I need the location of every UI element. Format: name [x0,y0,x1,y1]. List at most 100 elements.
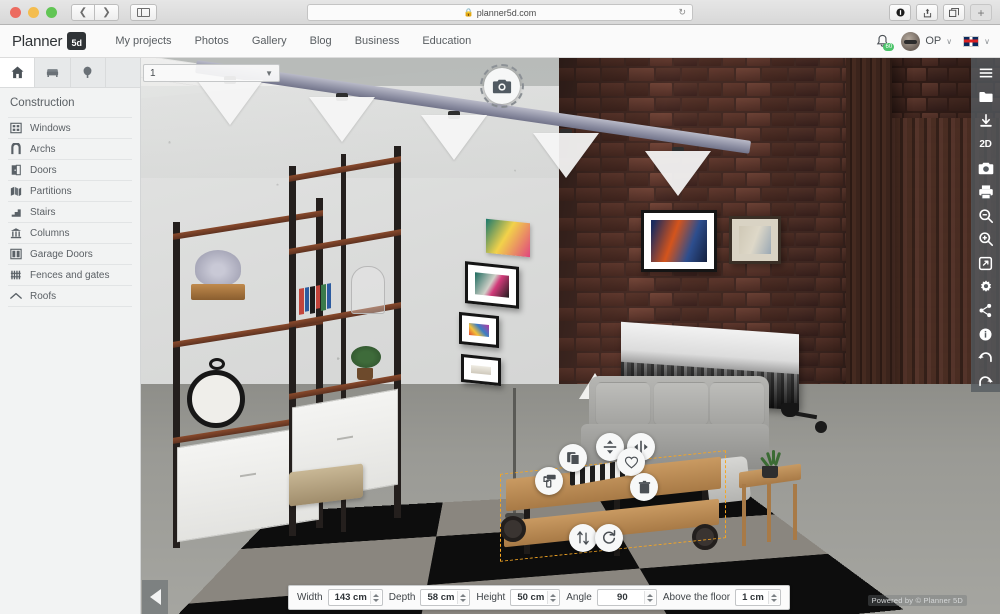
angle-stepper[interactable] [644,591,655,604]
above-floor-stepper[interactable] [768,591,779,604]
width-stepper[interactable] [370,591,381,604]
depth-stepper[interactable] [457,591,468,604]
catalog-tab-construction[interactable] [0,58,35,87]
catalog-item-fences-and-gates[interactable]: Fences and gates [8,264,132,285]
download-icon [978,113,994,129]
catalog-item-columns[interactable]: Columns [8,222,132,243]
object-control-favorite[interactable] [617,448,645,476]
framed-art-colorful[interactable] [459,312,499,348]
maximize-window-button[interactable] [46,7,57,18]
reload-icon[interactable]: ↻ [678,7,686,18]
property-width: Width 143 cm [297,589,383,606]
catalog-tab-spacer [106,58,140,87]
undo-button[interactable] [974,348,998,369]
height-value: 50 cm [517,592,544,603]
catalog-item-doors[interactable]: Doors [8,159,132,180]
framed-art-beige[interactable] [729,216,781,264]
tracker-shield-icon[interactable] [889,4,911,21]
close-window-button[interactable] [10,7,21,18]
floor-selector[interactable]: 1 ▼ [143,64,280,82]
catalog-item-partitions[interactable]: Partitions [8,180,132,201]
print-button[interactable] [974,182,998,203]
object-control-duplicate[interactable] [559,444,587,472]
plus-icon[interactable]: + [970,4,992,21]
catalog-tab-outdoor[interactable] [71,58,106,87]
books-decor [299,283,331,316]
object-control-delete[interactable] [630,473,658,501]
triangle-left-icon [150,589,161,605]
catalog-item-garage-doors[interactable]: Garage Doors [8,243,132,264]
depth-input[interactable]: 58 cm [420,589,470,606]
download-button[interactable] [974,110,998,131]
catalog-item-archs[interactable]: Archs [8,138,132,159]
forward-button[interactable]: ❯ [95,4,119,21]
height-stepper[interactable] [547,591,558,604]
nav-item-business[interactable]: Business [355,35,400,47]
nav-item-education[interactable]: Education [422,35,471,47]
share-icon[interactable] [916,4,938,21]
menu-button[interactable] [974,63,998,84]
fullscreen-button[interactable] [974,253,998,274]
coffee-table-selected[interactable] [496,458,746,568]
catalog-title: Construction [0,88,140,117]
catalog-item-label: Columns [30,228,69,239]
width-value: 143 cm [335,592,367,603]
catalog-item-windows[interactable]: Windows [8,117,132,138]
nav-item-gallery[interactable]: Gallery [252,35,287,47]
back-button[interactable]: ❮ [71,4,95,21]
height-input[interactable]: 50 cm [510,589,560,606]
collapse-panel-button[interactable] [142,580,168,614]
logo-badge: 5d [67,32,86,50]
object-control-rotate[interactable] [595,524,623,552]
info-button[interactable] [974,324,998,345]
above-floor-input[interactable]: 1 cm [735,589,781,606]
right-tool-toolbar: 2D [971,58,1000,392]
angle-input[interactable]: 90 [597,589,657,606]
minimize-window-button[interactable] [28,7,39,18]
share-button[interactable] [974,300,998,321]
settings-button[interactable] [974,276,998,297]
side-table[interactable] [739,468,801,548]
object-control-move-updown[interactable] [569,524,597,552]
pendant-lamp[interactable] [645,151,711,196]
notifications-button[interactable]: 60 [875,34,890,49]
home-icon [10,65,25,80]
language-selector[interactable]: ∨ [963,36,990,47]
pendant-lamp[interactable] [197,80,263,125]
framed-art-abstract[interactable] [465,261,519,309]
view-2d-button[interactable]: 2D [974,134,998,155]
catalog-item-stairs[interactable]: Stairs [8,201,132,222]
above-floor-value: 1 cm [742,592,764,603]
wall-canvas-art[interactable] [486,219,530,258]
width-input[interactable]: 143 cm [328,589,383,606]
share-nodes-icon [978,303,993,318]
planner5d-logo[interactable]: Planner 5d [12,32,86,50]
nav-item-photos[interactable]: Photos [195,35,229,47]
zoom-out-button[interactable] [974,205,998,226]
redo-button[interactable] [974,371,998,392]
zoom-in-icon [978,231,994,247]
camera-viewpoint-button[interactable] [480,64,524,108]
object-properties-bar: Width 143 cm Depth 58 cm Height 50 cm An… [288,585,790,610]
pendant-lamp[interactable] [533,133,599,178]
new-tab-icon[interactable] [943,4,965,21]
property-label: Width [297,592,323,603]
snapshot-button[interactable] [974,158,998,179]
address-bar[interactable]: 🔒 planner5d.com ↻ [307,4,693,21]
browser-sidebar-toggle[interactable] [130,4,157,21]
projects-button[interactable] [974,87,998,108]
nav-item-my-projects[interactable]: My projects [115,35,171,47]
object-control-paint-roller[interactable] [535,467,563,495]
user-menu[interactable]: OP ∨ [901,32,952,51]
framed-art-sketch[interactable] [461,354,501,386]
catalog-item-roofs[interactable]: Roofs [8,285,132,306]
gramophone-decor [191,250,247,304]
gear-icon [978,279,994,295]
zoom-in-button[interactable] [974,229,998,250]
catalog-tab-furniture[interactable] [35,58,70,87]
pendant-lamp[interactable] [309,97,375,142]
pendant-lamp[interactable] [421,115,487,160]
design-canvas-3d[interactable]: 1 ▼ [141,58,1000,614]
nav-item-blog[interactable]: Blog [310,35,332,47]
framed-art-orange[interactable] [641,210,717,272]
